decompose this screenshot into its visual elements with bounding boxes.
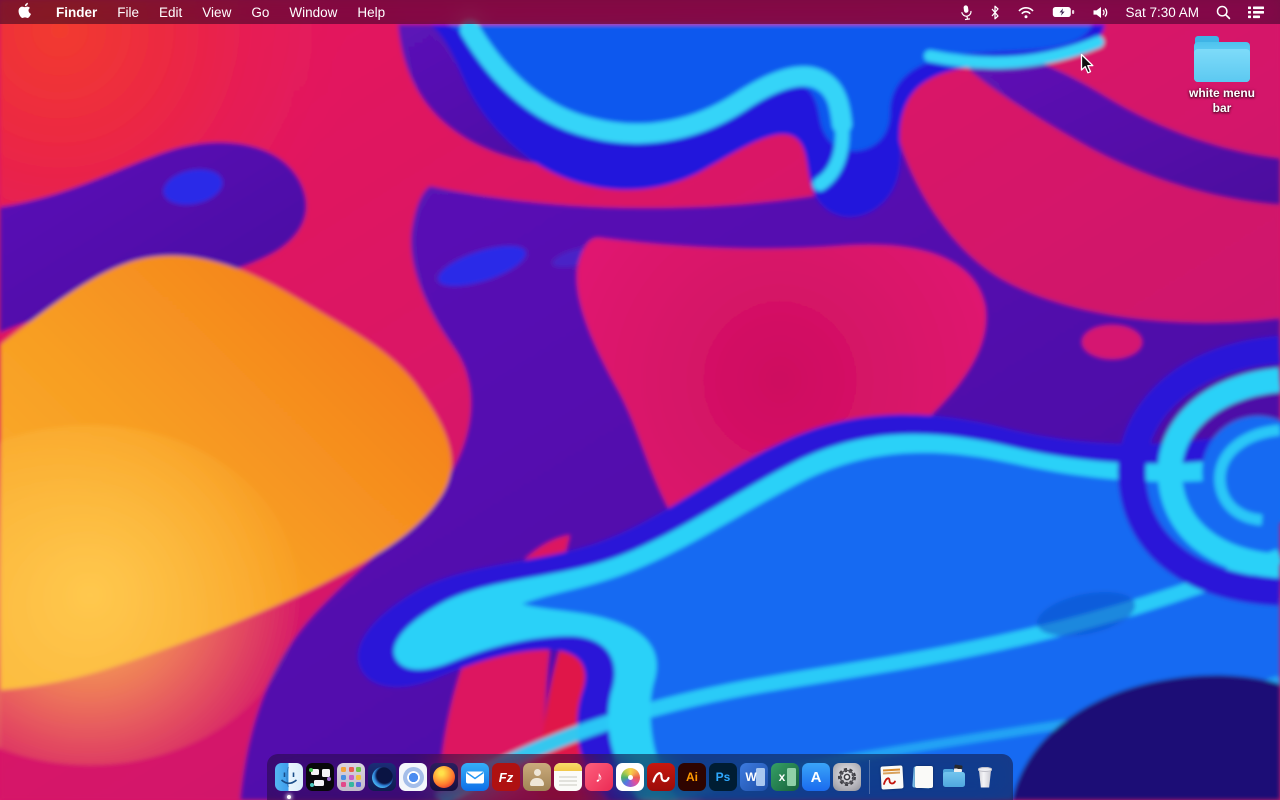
dock-item-documents-stack[interactable] bbox=[909, 763, 937, 791]
spotlight-search-icon[interactable] bbox=[1216, 5, 1231, 20]
dock-item-firefox[interactable] bbox=[430, 763, 458, 791]
notification-center-icon[interactable] bbox=[1248, 5, 1264, 19]
dock-item-illustrator[interactable]: Ai bbox=[678, 763, 706, 791]
menu-help[interactable]: Help bbox=[347, 0, 395, 24]
music-note-glyph: ♪ bbox=[595, 768, 603, 786]
folder-label: white menu bar bbox=[1188, 86, 1255, 115]
dock-item-system-preferences[interactable] bbox=[833, 763, 861, 791]
menu-bar-left: Finder File Edit View Go Window Help bbox=[0, 0, 395, 24]
dock-item-mission-control[interactable] bbox=[306, 763, 334, 791]
apple-logo-icon bbox=[18, 2, 32, 22]
dock-item-launchpad[interactable] bbox=[337, 763, 365, 791]
dock-item-downloads-folder[interactable] bbox=[940, 763, 968, 791]
dock-item-word[interactable]: W bbox=[740, 763, 768, 791]
battery-charging-icon[interactable] bbox=[1052, 6, 1075, 18]
apple-menu[interactable] bbox=[0, 0, 46, 24]
desktop-folder-white-menu-bar[interactable]: white menu bar bbox=[1188, 36, 1256, 116]
menu-view[interactable]: View bbox=[192, 0, 241, 24]
menu-app-name[interactable]: Finder bbox=[46, 0, 107, 24]
menu-edit[interactable]: Edit bbox=[149, 0, 192, 24]
app-store-letter: A bbox=[810, 768, 822, 786]
dock-item-pdf-documents-stack[interactable] bbox=[878, 763, 906, 791]
photoshop-label: Ps bbox=[715, 770, 731, 784]
menu-go[interactable]: Go bbox=[241, 0, 279, 24]
dock-item-excel[interactable]: x bbox=[771, 763, 799, 791]
dock-item-photos[interactable] bbox=[616, 763, 644, 791]
dock-item-app-store[interactable]: A bbox=[802, 763, 830, 791]
dock-item-firefox-nightly[interactable] bbox=[368, 763, 396, 791]
dock-item-contacts[interactable] bbox=[523, 763, 551, 791]
illustrator-label: Ai bbox=[686, 770, 698, 784]
bluetooth-icon[interactable] bbox=[990, 5, 1000, 20]
word-label: W bbox=[745, 770, 757, 784]
excel-label: x bbox=[778, 770, 786, 784]
wifi-icon[interactable] bbox=[1017, 6, 1035, 19]
folder-icon bbox=[1194, 36, 1250, 82]
finder-running-indicator bbox=[287, 795, 291, 799]
dock-item-acrobat-reader[interactable] bbox=[647, 763, 675, 791]
dock-item-trash[interactable] bbox=[971, 763, 999, 791]
dock-item-music[interactable]: ♪ bbox=[585, 763, 613, 791]
microphone-icon[interactable] bbox=[960, 4, 973, 21]
filezilla-label: Fz bbox=[498, 769, 514, 785]
menu-file[interactable]: File bbox=[107, 0, 149, 24]
dock-separator bbox=[869, 760, 870, 794]
desktop-wallpaper bbox=[0, 0, 1280, 800]
dock-item-mail[interactable] bbox=[461, 763, 489, 791]
dock: Fz ♪ Ai Ps W x A bbox=[267, 754, 1013, 800]
volume-icon[interactable] bbox=[1092, 6, 1108, 19]
dock-item-finder[interactable] bbox=[275, 763, 303, 791]
dock-item-filezilla[interactable]: Fz bbox=[492, 763, 520, 791]
menu-bar-clock[interactable]: Sat 7:30 AM bbox=[1125, 5, 1199, 20]
dock-item-chromium[interactable] bbox=[399, 763, 427, 791]
menu-bar-status: Sat 7:30 AM bbox=[960, 0, 1280, 24]
dock-item-photoshop[interactable]: Ps bbox=[709, 763, 737, 791]
desktop: Finder File Edit View Go Window Help Sat… bbox=[0, 0, 1280, 800]
menu-bar: Finder File Edit View Go Window Help Sat… bbox=[0, 0, 1280, 24]
menu-window[interactable]: Window bbox=[279, 0, 347, 24]
dock-item-notes[interactable] bbox=[554, 763, 582, 791]
